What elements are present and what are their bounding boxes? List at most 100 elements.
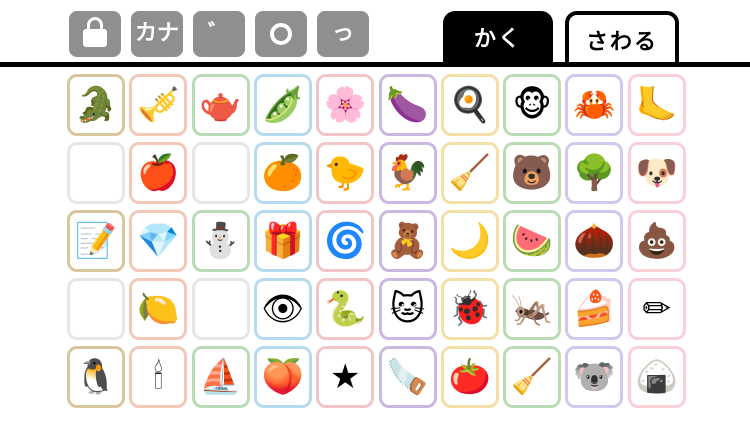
picture-tile[interactable]: 🦶 (627, 74, 686, 136)
picture-tile[interactable]: 🍙 (627, 346, 686, 408)
picture-tile[interactable]: 🍰 (565, 278, 624, 340)
gift-box-icon: 🎁 (261, 221, 305, 261)
mandarin-orange-icon: 🍊 (261, 153, 305, 193)
empty-tile (191, 142, 250, 204)
picture-tile[interactable]: 🫖 (191, 74, 250, 136)
handakuten-button[interactable] (255, 11, 307, 57)
snowman-icon: ⛄ (199, 221, 242, 261)
rice-ball-icon: 🍙 (635, 357, 678, 397)
picture-tile[interactable]: ⛵ (191, 346, 250, 408)
picture-tile[interactable]: 🍑 (253, 346, 312, 408)
crescent-moon-icon: 🌙 (448, 221, 491, 261)
picture-tile[interactable]: 🌀 (316, 210, 375, 272)
edamame-icon: 🫛 (261, 85, 305, 125)
picture-tile[interactable]: 🫛 (253, 74, 312, 136)
saw-icon: 🪚 (386, 357, 429, 397)
picture-tile[interactable]: 🐧 (67, 346, 125, 408)
small-tsu-label: っ (331, 21, 354, 46)
picture-tile[interactable]: 🌳 (565, 142, 624, 204)
katakana-button[interactable]: カナ (131, 11, 183, 57)
picture-tile[interactable]: ⛄ (191, 210, 250, 272)
picture-tile[interactable]: 🌰 (565, 210, 624, 272)
pencil-icon: ✏ (642, 289, 671, 329)
picture-tile[interactable]: 🐶 (627, 142, 686, 204)
picture-tile[interactable]: 🐱 (378, 278, 437, 340)
picture-tile[interactable]: 🐍 (316, 278, 375, 340)
koala-icon: 🐨 (573, 357, 616, 397)
empty-tile (191, 278, 250, 340)
trumpet-icon: 🎺 (137, 85, 180, 125)
picture-tile[interactable]: 🦗 (503, 278, 562, 340)
picture-tile[interactable]: 💩 (627, 210, 686, 272)
kettle-icon: 🫖 (199, 85, 242, 125)
crocodile-icon: 🐊 (74, 85, 118, 125)
picture-tile[interactable]: 📝 (67, 210, 125, 272)
picture-tile[interactable]: 🐨 (565, 346, 624, 408)
picture-tile[interactable]: 🐻 (503, 142, 562, 204)
dustpan-icon: 🧹 (448, 153, 491, 193)
picture-tile[interactable]: 🧹 (440, 142, 499, 204)
teddy-bear-icon: 🧸 (386, 221, 429, 261)
ladybug-icon: 🐞 (448, 289, 491, 329)
lemon-icon: 🍋 (137, 289, 180, 329)
tab-touch-label: さわる (585, 30, 658, 55)
picture-tile[interactable]: 🌙 (440, 210, 499, 272)
foot-icon: 🦶 (635, 85, 678, 125)
empty-tile (67, 278, 125, 340)
picture-tile[interactable]: 🌸 (316, 74, 375, 136)
picture-tile[interactable]: 🍆 (378, 74, 437, 136)
dakuten-button[interactable]: ゛ (193, 11, 245, 57)
rooster-icon: 🐓 (386, 153, 429, 193)
small-tsu-button[interactable]: っ (317, 11, 369, 57)
cake-slice-icon: 🍰 (573, 289, 616, 329)
picture-tile[interactable]: 🐓 (378, 142, 437, 204)
watermelon-icon: 🍉 (510, 221, 554, 261)
picture-tile[interactable]: ★ (316, 346, 375, 408)
writing-paper-icon: 📝 (74, 221, 118, 261)
picture-tile[interactable]: 🍊 (253, 142, 312, 204)
eggplant-icon: 🍆 (386, 85, 429, 125)
dakuten-label: ゛ (207, 21, 230, 46)
picture-tile[interactable]: ✏ (627, 278, 686, 340)
flower-icon: 🌸 (324, 85, 367, 125)
ruby-gem-icon: 💎 (137, 221, 180, 261)
picture-tile[interactable]: 💎 (129, 210, 188, 272)
picture-tile[interactable]: 🎺 (129, 74, 188, 136)
empty-tile (67, 142, 125, 204)
penguin-icon: 🐧 (74, 357, 118, 397)
picture-tile[interactable]: 🍎 (129, 142, 188, 204)
tab-touch[interactable]: さわる (565, 11, 679, 65)
snake-icon: 🐍 (324, 289, 367, 329)
picture-tile[interactable]: 🍳 (440, 74, 499, 136)
bear-icon: 🐻 (510, 153, 554, 193)
picture-tile[interactable]: 🐊 (67, 74, 125, 136)
picture-tile[interactable]: 🧸 (378, 210, 437, 272)
picture-tile[interactable]: 🕯 (129, 346, 188, 408)
chick-icon: 🐤 (324, 153, 367, 193)
lock-button[interactable] (69, 11, 121, 57)
top-toolbar: カナ ゛ っ かく さわる (0, 0, 750, 68)
picture-tile[interactable]: 🧹 (503, 346, 562, 408)
picture-tile[interactable]: 🦀 (565, 74, 624, 136)
picture-tile[interactable]: 🍉 (503, 210, 562, 272)
tree-icon: 🌳 (573, 153, 616, 193)
picture-tile[interactable]: 🐤 (316, 142, 375, 204)
sailboat-icon: ⛵ (199, 357, 242, 397)
peach-icon: 🍑 (261, 357, 305, 397)
picture-tile[interactable]: 🐞 (440, 278, 499, 340)
tab-draw[interactable]: かく (443, 11, 553, 63)
fried-egg-icon: 🍳 (448, 85, 491, 125)
picture-tile[interactable]: 🍋 (129, 278, 188, 340)
handakuten-icon (270, 23, 292, 45)
katakana-label: カナ (134, 21, 179, 46)
picture-grid: 🐊 🎺 🫖 🫛 🌸 🍆 🍳 🐵 🦀 🦶 🍎 🍊 🐤 🐓 🧹 🐻 🌳 🐶 📝 💎 ⛄ 🎁 🌀 🧸 🌙 🍉 🌰 💩 🍋 👁 🐍 🐱 🐞 🦗 🍰 ✏ 🐧 🕯 ⛵ 🍑… (67, 74, 686, 414)
picture-tile[interactable]: 🪚 (378, 346, 437, 408)
picture-tile[interactable]: 👁 (253, 278, 312, 340)
picture-tile[interactable]: 🍅 (440, 346, 499, 408)
picture-tile[interactable]: 🎁 (253, 210, 312, 272)
chestnut-icon: 🌰 (573, 221, 616, 261)
picture-tile[interactable]: 🐵 (503, 74, 562, 136)
tab-baseline (0, 62, 750, 67)
candle-icon: 🕯 (153, 357, 164, 397)
poop-icon: 💩 (635, 221, 678, 261)
